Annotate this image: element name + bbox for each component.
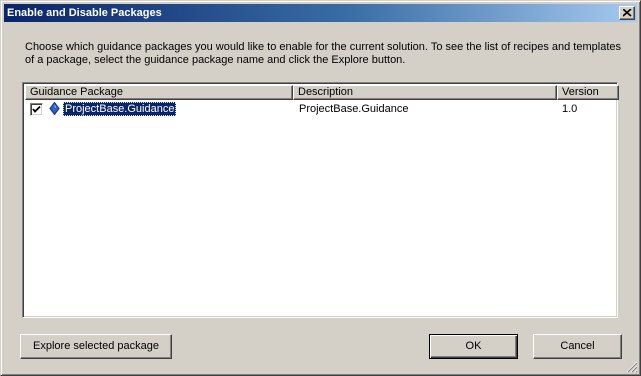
- package-version: 1.0: [562, 103, 578, 115]
- package-diamond-icon: [49, 102, 60, 115]
- checkmark-icon: [32, 105, 41, 113]
- title-bar[interactable]: Enable and Disable Packages: [4, 4, 637, 22]
- ok-button-label: OK: [465, 340, 482, 352]
- cancel-button-label: Cancel: [560, 340, 595, 352]
- window-title: Enable and Disable Packages: [7, 7, 162, 19]
- explore-button-label: Explore selected package: [33, 340, 159, 352]
- package-name[interactable]: ProjectBase.Guidance: [63, 102, 177, 116]
- resize-grip-icon[interactable]: [626, 361, 638, 373]
- packages-list[interactable]: Guidance Package Description Version Pro…: [22, 82, 619, 318]
- explore-selected-package-button[interactable]: Explore selected package: [20, 334, 172, 359]
- list-item[interactable]: ProjectBase.Guidance ProjectBase.Guidanc…: [25, 101, 615, 117]
- column-header-version[interactable]: Version: [557, 85, 619, 100]
- close-button[interactable]: [619, 6, 635, 20]
- dialog-window: Enable and Disable Packages Choose which…: [0, 0, 641, 376]
- close-icon: [623, 9, 632, 17]
- ok-button[interactable]: OK: [429, 334, 518, 359]
- package-description: ProjectBase.Guidance: [299, 103, 409, 115]
- cancel-button[interactable]: Cancel: [533, 334, 622, 359]
- instructions-text: Choose which guidance packages you would…: [25, 41, 621, 66]
- enable-package-checkbox[interactable]: [30, 103, 43, 116]
- list-header: Guidance Package Description Version: [25, 85, 619, 100]
- column-header-description[interactable]: Description: [293, 85, 557, 100]
- column-header-guidance-package[interactable]: Guidance Package: [25, 85, 293, 100]
